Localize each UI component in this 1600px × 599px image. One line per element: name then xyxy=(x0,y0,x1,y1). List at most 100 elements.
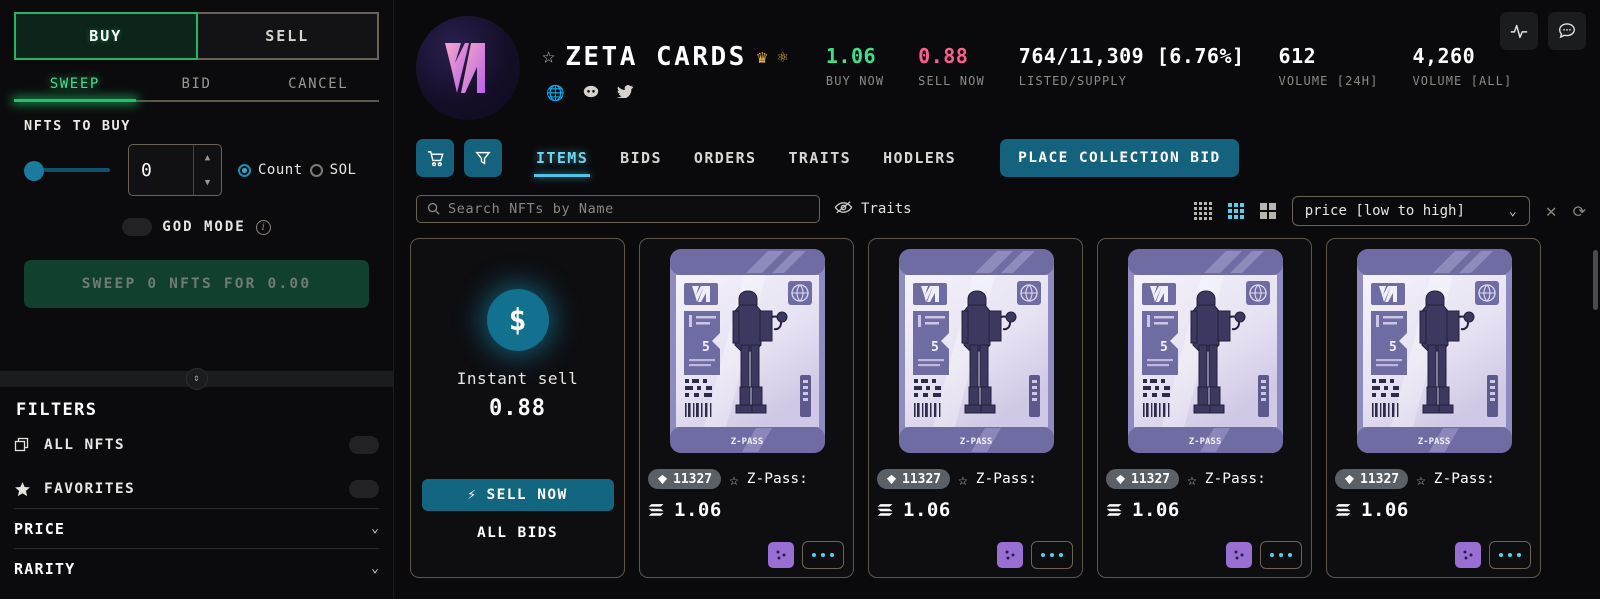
sell-now-button[interactable]: ⚡ SELL NOW xyxy=(421,479,614,511)
star-icon xyxy=(14,481,36,498)
dice-icon[interactable] xyxy=(1226,542,1252,568)
filter-row-favorites[interactable]: FAVORITES xyxy=(14,470,379,508)
chevron-down-icon[interactable]: ⌄ xyxy=(371,561,379,576)
main-content: ☆ ZETA CARDS ♛ ⚛ 🌐 1.06 BUY NOW 0.88 SEL… xyxy=(394,0,1600,599)
sort-select[interactable]: price [low to high] ⌄ xyxy=(1291,196,1530,226)
nft-artwork: 5 Z-PASS xyxy=(1335,247,1534,455)
favorite-star-icon[interactable]: ☆ xyxy=(958,470,968,489)
more-options-button[interactable] xyxy=(1031,541,1073,569)
grid-4-icon[interactable] xyxy=(1193,202,1212,220)
stepper-up-icon[interactable]: ▲ xyxy=(194,145,221,170)
nft-artwork: 5 Z-PASS xyxy=(877,247,1076,455)
quantity-value[interactable]: 0 xyxy=(129,145,193,195)
nft-card-actions xyxy=(1226,541,1302,569)
traits-label: Traits xyxy=(861,201,912,217)
radio-sol[interactable] xyxy=(309,163,323,177)
dice-icon[interactable] xyxy=(997,542,1023,568)
grid-3-icon[interactable] xyxy=(1227,203,1244,219)
discord-icon[interactable] xyxy=(583,84,599,102)
cart-icon[interactable] xyxy=(416,139,454,177)
chevron-down-icon[interactable]: ⌄ xyxy=(371,521,379,536)
favorite-star-icon[interactable]: ☆ xyxy=(729,470,739,489)
tab-hodlers[interactable]: HODLERS xyxy=(867,139,972,177)
favorite-star-icon[interactable]: ☆ xyxy=(1187,470,1197,489)
all-bids-link[interactable]: ALL BIDS xyxy=(477,525,558,541)
art-label: Z-PASS xyxy=(731,437,764,447)
diamond-icon xyxy=(1115,474,1126,484)
rank-value: 11327 xyxy=(902,471,942,487)
stat-value: 764/11,309 [6.76%] xyxy=(1018,44,1245,68)
more-options-button[interactable] xyxy=(802,541,844,569)
resize-arrows-icon[interactable]: ⇕ xyxy=(185,368,208,390)
favorite-star-icon[interactable]: ☆ xyxy=(542,46,555,68)
toggle-favorites[interactable] xyxy=(349,480,379,498)
filters-panel: FILTERS ALL NFTS FAVORITES PRICE ⌄ RARIT… xyxy=(0,394,393,599)
collection-header: ☆ ZETA CARDS ♛ ⚛ 🌐 1.06 BUY NOW 0.88 SEL… xyxy=(394,0,1600,130)
tab-items[interactable]: ITEMS xyxy=(520,139,604,177)
vertical-scrollbar[interactable] xyxy=(1593,250,1598,310)
favorite-star-icon[interactable]: ☆ xyxy=(1416,470,1426,489)
sell-tab[interactable]: SELL xyxy=(197,12,379,60)
quantity-stepper[interactable]: 0 ▲ ▼ xyxy=(128,144,222,196)
action-tabs: SWEEP BID CANCEL xyxy=(14,76,379,102)
twitter-icon[interactable] xyxy=(616,84,633,102)
stepper-down-icon[interactable]: ▼ xyxy=(194,170,221,195)
more-options-button[interactable] xyxy=(1489,541,1531,569)
radio-count[interactable] xyxy=(238,163,251,177)
tab-bids[interactable]: BIDS xyxy=(604,139,678,177)
solana-icon xyxy=(1106,504,1122,516)
filter-section-price[interactable]: PRICE ⌄ xyxy=(14,508,379,548)
nft-card[interactable]: 5 Z-PASS 11327 ☆ Z-Pass: 1.06 xyxy=(1326,238,1541,578)
solana-icon xyxy=(648,504,664,516)
buy-tab[interactable]: BUY xyxy=(14,12,198,60)
stat-label: LISTED/SUPPLY xyxy=(1018,74,1128,88)
nft-card[interactable]: 5 Z-PASS 11327 ☆ Z-Pass: 1.06 xyxy=(639,238,854,578)
tab-bid[interactable]: BID xyxy=(136,76,258,102)
info-icon[interactable]: i xyxy=(255,219,271,235)
radio-count-label[interactable]: Count xyxy=(258,162,303,178)
stat-label: SELL NOW xyxy=(918,74,985,88)
toggle-all-nfts[interactable] xyxy=(349,436,379,454)
nft-artwork: 5 Z-PASS xyxy=(648,247,847,455)
search-input[interactable]: Search NFTs by Name xyxy=(416,195,820,223)
dice-icon[interactable] xyxy=(768,542,794,568)
quantity-slider[interactable] xyxy=(24,157,110,183)
slider-knob[interactable] xyxy=(24,161,44,181)
dollar-icon: $ xyxy=(486,289,549,351)
dice-icon[interactable] xyxy=(1455,542,1481,568)
rank-badge: 11327 xyxy=(1106,469,1180,489)
panel-resize-handle[interactable]: ⇕ xyxy=(0,368,393,390)
filter-row-all-nfts[interactable]: ALL NFTS xyxy=(14,426,379,464)
tab-cancel[interactable]: CANCEL xyxy=(257,76,379,102)
refresh-icon[interactable]: ⟳ xyxy=(1573,202,1586,221)
grid-2-icon[interactable] xyxy=(1259,203,1276,219)
chevron-down-icon[interactable]: ⌄ xyxy=(1509,204,1517,219)
rank-value: 11327 xyxy=(673,471,713,487)
tab-indicator xyxy=(14,99,136,102)
sweep-button[interactable]: SWEEP 0 NFTS FOR 0.00 xyxy=(24,260,369,308)
close-icon[interactable]: ✕ xyxy=(1546,201,1557,222)
globe-icon[interactable]: 🌐 xyxy=(546,84,565,102)
filters-heading: FILTERS xyxy=(16,400,98,420)
tab-orders[interactable]: ORDERS xyxy=(678,139,773,177)
copy-icon xyxy=(14,437,36,453)
social-links: 🌐 xyxy=(546,84,788,102)
nft-price: 1.06 xyxy=(1132,499,1180,521)
tab-traits[interactable]: TRAITS xyxy=(772,139,867,177)
collection-logo xyxy=(416,16,520,120)
nft-card[interactable]: 5 Z-PASS 11327 ☆ Z-Pass: 1.06 xyxy=(1097,238,1312,578)
more-options-button[interactable] xyxy=(1260,541,1302,569)
crown-icon: ♛ xyxy=(756,46,768,68)
place-collection-bid-button[interactable]: PLACE COLLECTION BID xyxy=(1000,139,1239,177)
nft-price-row: 1.06 xyxy=(648,499,845,521)
stat-sell-now: 0.88 SELL NOW xyxy=(918,44,985,88)
chat-icon[interactable] xyxy=(1548,12,1586,50)
traits-toggle[interactable]: Traits xyxy=(834,200,912,219)
activity-icon[interactable] xyxy=(1500,12,1538,50)
funnel-icon[interactable] xyxy=(464,139,502,177)
filter-section-rarity[interactable]: RARITY ⌄ xyxy=(14,548,379,588)
radio-sol-label[interactable]: SOL xyxy=(330,162,357,178)
god-mode-toggle[interactable] xyxy=(122,218,153,236)
stat-label: VOLUME [24H] xyxy=(1278,74,1379,88)
nft-card[interactable]: 5 Z-PASS 11327 ☆ Z-Pass: 1.06 xyxy=(868,238,1083,578)
